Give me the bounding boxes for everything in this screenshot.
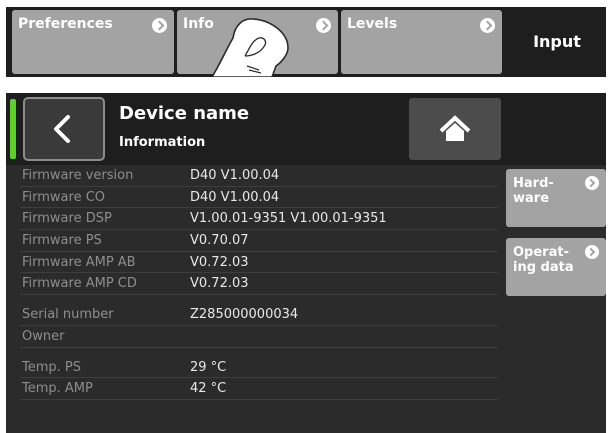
hand-pointer-icon <box>211 18 289 77</box>
info-key: Owner <box>22 328 65 344</box>
info-row-firmware-dsp: Firmware DSP V1.00.01-9351 V1.00.01-9351 <box>20 208 498 231</box>
info-key: Temp. AMP <box>22 381 93 397</box>
info-row-firmware-ps: Firmware PS V0.70.07 <box>20 230 498 252</box>
device-info-panel: Device name Information Firmware version… <box>6 93 606 433</box>
chevron-right-circle-icon <box>480 18 495 33</box>
info-row-firmware-co: Firmware CO D40 V1.00.04 <box>20 187 498 209</box>
tab-levels[interactable]: Levels <box>341 10 502 74</box>
info-value: V1.00.01-9351 V1.00.01-9351 <box>190 211 387 227</box>
chevron-right-circle-icon <box>152 18 167 33</box>
info-row-temp-ps: Temp. PS 29 °C <box>20 357 498 379</box>
panel-header: Device name Information <box>6 93 606 165</box>
info-key: Firmware DSP <box>22 211 112 227</box>
info-value: 42 °C <box>190 381 227 397</box>
current-section-label: Input <box>533 32 581 51</box>
info-value: D40 V1.00.04 <box>190 189 280 205</box>
info-key: Firmware version <box>22 168 134 183</box>
info-key: Serial number <box>22 307 114 323</box>
tab-preferences-label: Preferences <box>18 16 113 32</box>
chevron-left-icon <box>54 115 70 143</box>
operating-data-button[interactable]: Operat- ing data <box>506 238 606 296</box>
operating-data-button-label: Operat- ing data <box>513 245 574 275</box>
info-key: Firmware CO <box>22 189 106 205</box>
info-key: Firmware PS <box>22 233 102 249</box>
info-row-temp-amp: Temp. AMP 42 °C <box>20 378 498 400</box>
info-table: Firmware version D40 V1.00.04 Firmware C… <box>20 165 498 400</box>
info-row-firmware-amp-cd: Firmware AMP CD V0.72.03 <box>20 273 498 296</box>
info-row-firmware-version: Firmware version D40 V1.00.04 <box>20 165 498 187</box>
page-subtitle: Information <box>119 135 206 150</box>
info-row-firmware-amp-ab: Firmware AMP AB V0.72.03 <box>20 252 498 274</box>
info-value: V0.70.07 <box>190 233 249 249</box>
info-value: Z285000000034 <box>190 307 299 323</box>
chevron-right-circle-icon <box>585 176 599 190</box>
hardware-button-label: Hard- ware <box>513 176 554 206</box>
back-button[interactable] <box>23 97 105 161</box>
info-row-owner: Owner <box>20 326 498 348</box>
info-key: Firmware AMP CD <box>22 276 137 292</box>
page-title: Device name <box>119 103 250 124</box>
info-key: Firmware AMP AB <box>22 254 136 270</box>
tab-levels-label: Levels <box>347 16 398 32</box>
top-navigation-bar: Preferences Info Levels Input <box>6 7 606 77</box>
info-value: V0.72.03 <box>190 276 249 292</box>
info-row-serial-number: Serial number Z285000000034 <box>20 304 498 326</box>
home-button[interactable] <box>409 98 501 160</box>
tab-preferences[interactable]: Preferences <box>12 10 174 74</box>
info-key: Temp. PS <box>22 359 82 375</box>
info-value: 29 °C <box>190 359 227 375</box>
chevron-right-circle-icon <box>585 245 599 259</box>
hardware-button[interactable]: Hard- ware <box>506 169 606 227</box>
home-icon <box>439 115 471 141</box>
status-indicator <box>10 99 16 159</box>
info-value: D40 V1.00.04 <box>190 168 280 183</box>
chevron-right-circle-icon <box>316 18 331 33</box>
info-value: V0.72.03 <box>190 254 249 270</box>
